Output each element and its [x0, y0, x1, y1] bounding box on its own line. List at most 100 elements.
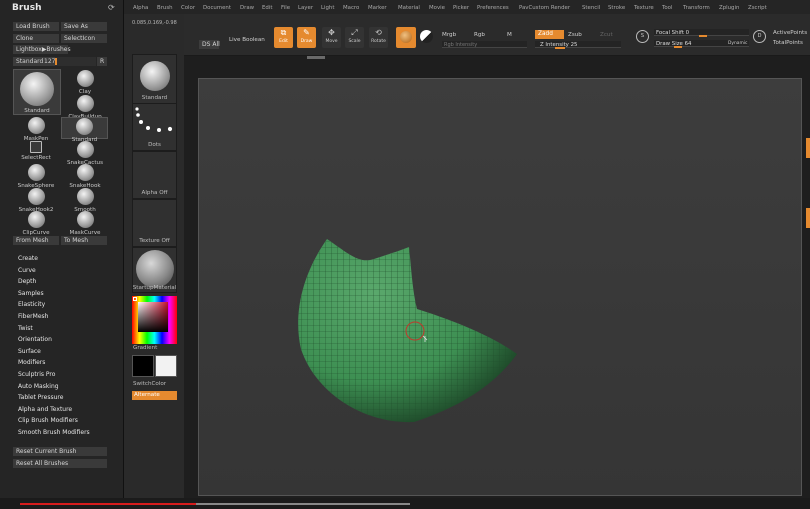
menu-19[interactable]: Tool	[662, 5, 672, 11]
brush-tile-maskpen[interactable]: MaskPen	[13, 117, 59, 142]
brush-section-item[interactable]: FiberMesh	[18, 313, 48, 320]
z-intensity-slider[interactable]: Z Intensity 25	[535, 41, 621, 49]
menu-16[interactable]: Stencil	[582, 5, 600, 11]
zadd-toggle[interactable]: Zadd	[535, 30, 564, 39]
menu-18[interactable]: Texture	[634, 5, 654, 11]
menu-10[interactable]: Marker	[368, 5, 387, 11]
ds-all-button[interactable]: DS All	[199, 40, 220, 49]
lightbox-brushes-button[interactable]: Lightbox▶Brushes	[13, 45, 71, 54]
brush-section-item[interactable]: Auto Masking	[18, 383, 59, 390]
rgb-intensity-slider[interactable]: Rgb Intensity	[442, 41, 527, 48]
menu-9[interactable]: Macro	[343, 5, 359, 11]
menu-7[interactable]: Layer	[298, 5, 313, 11]
move-label: Move	[325, 39, 338, 44]
menu-15[interactable]: PavCustom Render	[519, 5, 570, 11]
focal-shift-lock-icon[interactable]: S	[636, 30, 649, 43]
draw-mode-button[interactable]: ✎ Draw	[297, 27, 316, 48]
brush-tile-snakehook[interactable]: SnakeHook	[62, 164, 108, 189]
menu-22[interactable]: Zscript	[748, 5, 767, 11]
brush-section-item[interactable]: Samples	[18, 290, 44, 297]
brush-tile-selectrect[interactable]: SelectRect	[13, 141, 59, 163]
to-mesh-button[interactable]: To Mesh	[61, 236, 107, 245]
menu-11[interactable]: Material	[398, 5, 420, 11]
menu-0[interactable]: Alpha	[133, 5, 148, 11]
brush-section-item[interactable]: Modifiers	[18, 359, 45, 366]
brush-tile-clay[interactable]: Clay	[62, 70, 108, 95]
brush-tile-clipcurve[interactable]: ClipCurve	[13, 211, 59, 236]
secondary-color-swatch[interactable]	[132, 355, 154, 377]
reset-current-brush-button[interactable]: Reset Current Brush	[13, 447, 107, 456]
scale-label: Scale	[348, 39, 361, 44]
switch-color-button[interactable]: SwitchColor	[133, 381, 166, 387]
select-icon-button[interactable]: SelectIcon	[61, 34, 107, 43]
brush-tile-standard[interactable]: Standard	[13, 69, 61, 115]
right-tray-tab-2[interactable]	[806, 208, 810, 228]
zcut-toggle[interactable]: Zcut	[600, 32, 613, 38]
dynamic-toggle[interactable]: Dynamic	[728, 41, 747, 46]
clone-button[interactable]: Clone	[13, 34, 59, 43]
live-boolean-toggle[interactable]: Live Boolean	[229, 37, 265, 43]
reset-all-brushes-button[interactable]: Reset All Brushes	[13, 459, 107, 468]
standard-brush-slider[interactable]: Standard 127	[13, 57, 96, 66]
load-brush-button[interactable]: Load Brush	[13, 22, 59, 31]
scale-icon: ⤢	[351, 28, 358, 37]
brush-section-item[interactable]: Sculptris Pro	[18, 371, 55, 378]
m-toggle[interactable]: M	[507, 32, 512, 38]
menu-12[interactable]: Movie	[429, 5, 445, 11]
brush-tile-label: Standard	[24, 108, 50, 114]
brush-section-item[interactable]: Elasticity	[18, 301, 45, 308]
brush-tile-snakehook2[interactable]: SnakeHook2	[13, 188, 59, 213]
focal-shift-slider[interactable]: Focal Shift 0	[654, 29, 749, 37]
rgb-toggle[interactable]: Rgb	[474, 32, 485, 38]
brush-tile-snakecactus[interactable]: SnakeCactus	[62, 141, 108, 166]
menu-3[interactable]: Document	[203, 5, 231, 11]
draw-size-slider[interactable]: Draw Size 64 Dynamic	[654, 40, 749, 48]
brush-tile-claybuildup[interactable]: ClayBuildup	[62, 95, 108, 120]
brush-section-item[interactable]: Create	[18, 255, 38, 262]
menu-13[interactable]: Picker	[453, 5, 469, 11]
brush-tile-snakesphere[interactable]: SnakeSphere	[13, 164, 59, 189]
edit-mode-button[interactable]: ⧉ Edit	[274, 27, 293, 48]
menu-20[interactable]: Transform	[683, 5, 710, 11]
menu-5[interactable]: Edit	[262, 5, 272, 11]
reset-slider-button[interactable]: R	[97, 57, 107, 66]
brush-section-item[interactable]: Orientation	[18, 336, 52, 343]
brush-section-item[interactable]: Curve	[18, 267, 36, 274]
brush-tile-standard-2[interactable]: Standard	[61, 117, 108, 143]
brush-section-item[interactable]: Surface	[18, 348, 41, 355]
draw-size-lock-icon[interactable]: D	[753, 30, 766, 43]
brush-tile-smooth[interactable]: Smooth	[62, 188, 108, 213]
color-square[interactable]	[138, 302, 168, 332]
menu-6[interactable]: File	[281, 5, 290, 11]
material-mode-button[interactable]	[396, 27, 416, 48]
scale-mode-button[interactable]: ⤢ Scale	[345, 27, 364, 48]
from-mesh-button[interactable]: From Mesh	[13, 236, 59, 245]
color-picker[interactable]	[132, 296, 177, 344]
brush-section-item[interactable]: Alpha and Texture	[18, 406, 72, 413]
brush-section-item[interactable]: Depth	[18, 278, 36, 285]
menu-2[interactable]: Color	[181, 5, 195, 11]
move-mode-button[interactable]: ✥ Move	[322, 27, 341, 48]
toolbar-scroll-handle[interactable]	[307, 56, 325, 59]
right-tray-tab[interactable]	[806, 138, 810, 158]
rotate-mode-button[interactable]: ⟲ Rotate	[369, 27, 388, 48]
zsub-toggle[interactable]: Zsub	[568, 32, 582, 38]
brush-section-item[interactable]: Tablet Pressure	[18, 394, 63, 401]
menu-1[interactable]: Brush	[157, 5, 173, 11]
brush-section-item[interactable]: Twist	[18, 325, 33, 332]
save-as-button[interactable]: Save As	[61, 22, 107, 31]
menu-21[interactable]: Zplugin	[719, 5, 739, 11]
canvas-viewport[interactable]	[198, 78, 802, 496]
color-sphere-icon[interactable]	[420, 30, 433, 43]
menu-17[interactable]: Stroke	[608, 5, 625, 11]
palette-options-icon[interactable]: ⟳	[108, 3, 115, 12]
menu-4[interactable]: Draw	[240, 5, 254, 11]
brush-section-item[interactable]: Smooth Brush Modifiers	[18, 429, 90, 436]
main-color-swatch[interactable]	[155, 355, 177, 377]
brush-tile-maskcurve[interactable]: MaskCurve	[62, 211, 108, 236]
mrgb-toggle[interactable]: Mrgb	[442, 32, 456, 38]
brush-section-item[interactable]: Clip Brush Modifiers	[18, 417, 78, 424]
menu-14[interactable]: Preferences	[477, 5, 509, 11]
alternate-button[interactable]: Alternate	[132, 391, 177, 400]
menu-8[interactable]: Light	[321, 5, 334, 11]
